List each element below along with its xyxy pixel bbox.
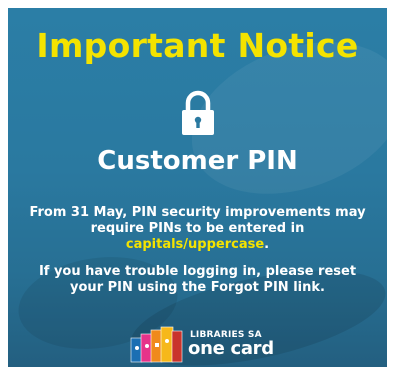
libraries-sa-logo: LIBRARIES SA one card	[130, 326, 280, 364]
notice-card: Important Notice Customer PIN From 31 Ma…	[8, 8, 387, 367]
notice-paragraph-1: From 31 May, PIN security improvements m…	[26, 205, 369, 253]
logo-text-bottom: one card	[188, 338, 274, 359]
notice-paragraph-2: If you have trouble logging in, please r…	[38, 264, 357, 295]
padlock-icon	[182, 90, 214, 135]
paragraph-text: From 31 May, PIN security improvements m…	[29, 205, 366, 236]
paragraph-text: .	[264, 237, 270, 252]
notice-subtitle: Customer PIN	[97, 146, 298, 176]
highlighted-text: capitals/uppercase	[125, 237, 265, 252]
book-stack-icon	[130, 326, 183, 363]
notice-title: Important Notice	[36, 26, 359, 65]
